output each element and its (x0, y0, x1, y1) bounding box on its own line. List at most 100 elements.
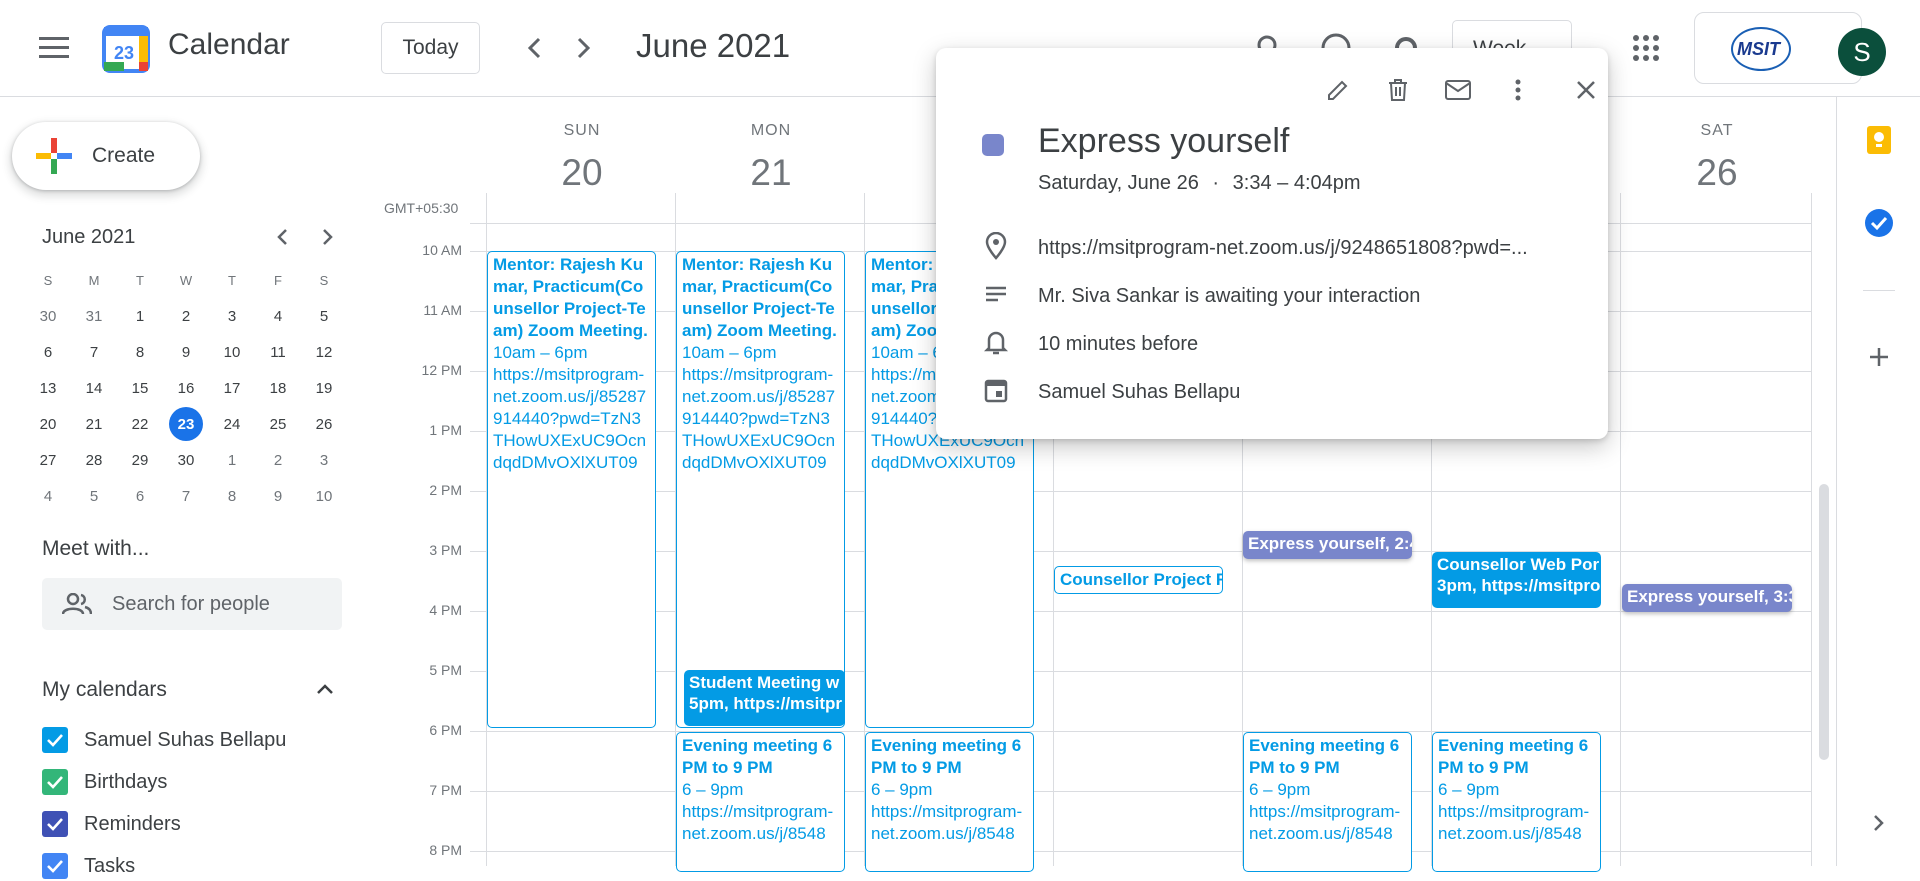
checkbox-checked-icon[interactable] (42, 811, 68, 837)
grid-scrollbar[interactable] (1819, 484, 1829, 760)
mini-day[interactable]: 12 (304, 334, 344, 370)
event-title: Express yourself, 2:4 (1248, 534, 1412, 553)
mini-day[interactable]: 4 (28, 478, 68, 514)
create-button[interactable]: Create (12, 122, 200, 190)
event-counsellor-project-wed[interactable]: Counsellor Project R (1054, 566, 1223, 594)
checkbox-checked-icon[interactable] (42, 727, 68, 753)
day-number[interactable]: 26 (1622, 152, 1812, 194)
event-counsellor-web-fri[interactable]: Counsellor Web Por 3pm, https://msitpro (1432, 552, 1601, 608)
mini-day[interactable]: 16 (166, 370, 206, 406)
mini-day[interactable]: 10 (304, 478, 344, 514)
main-menu-icon[interactable] (30, 24, 78, 72)
event-express-yourself-sat[interactable]: Express yourself, 3:3 (1622, 584, 1792, 612)
tasks-icon[interactable] (1855, 199, 1903, 247)
mini-day[interactable]: 9 (258, 478, 298, 514)
mini-day[interactable]: 22 (120, 406, 160, 442)
mini-day[interactable]: 26 (304, 406, 344, 442)
checkbox-checked-icon[interactable] (42, 769, 68, 795)
calendar-list-item[interactable]: Reminders (42, 809, 181, 839)
more-options-vertical-dots-icon[interactable] (1496, 68, 1540, 112)
mini-day[interactable]: 8 (212, 478, 252, 514)
meet-with-title: Meet with... (42, 537, 150, 560)
event-mentor-mon[interactable]: Mentor: Rajesh Kumar, Practicum(Counsell… (676, 251, 845, 728)
mini-day[interactable]: 5 (74, 478, 114, 514)
mini-day[interactable]: 1 (212, 442, 252, 478)
mini-day-today[interactable]: 23 (166, 406, 206, 442)
search-people-input[interactable]: Search for people (42, 578, 342, 630)
mini-day[interactable]: 6 (28, 334, 68, 370)
event-evening-thu[interactable]: Evening meeting 6 PM to 9 PM 6 – 9pm htt… (1243, 732, 1412, 872)
edit-pencil-icon[interactable] (1316, 68, 1360, 112)
email-guests-icon[interactable] (1436, 68, 1480, 112)
event-evening-mon[interactable]: Evening meeting 6 PM to 9 PM 6 – 9pm htt… (676, 732, 845, 872)
day-column-divider (1620, 193, 1621, 866)
next-week-chevron-right-icon[interactable] (560, 24, 608, 72)
day-header-sun[interactable]: SUN 20 (487, 122, 677, 194)
event-evening-tue[interactable]: Evening meeting 6 PM to 9 PM 6 – 9pm htt… (865, 732, 1034, 872)
event-student-meeting-mon[interactable]: Student Meeting w 5pm, https://msitpr (684, 670, 845, 726)
calendar-list-item[interactable]: Birthdays (42, 767, 167, 797)
user-avatar[interactable]: S (1838, 28, 1886, 76)
mini-day[interactable]: 17 (212, 370, 252, 406)
mini-day[interactable]: 2 (258, 442, 298, 478)
previous-week-chevron-left-icon[interactable] (510, 24, 558, 72)
today-button[interactable]: Today (381, 22, 480, 74)
mini-day[interactable]: 29 (120, 442, 160, 478)
mini-day[interactable]: 1 (120, 298, 160, 334)
mini-day[interactable]: 3 (304, 442, 344, 478)
collapse-chevron-up-icon[interactable] (302, 666, 348, 712)
mini-day[interactable]: 28 (74, 442, 114, 478)
mini-day[interactable]: 7 (166, 478, 206, 514)
day-header-sat[interactable]: SAT 26 (1622, 122, 1812, 194)
event-time: 6 – 9pm (871, 780, 933, 799)
mini-day[interactable]: 4 (258, 298, 298, 334)
checkbox-checked-icon[interactable] (42, 853, 68, 879)
mini-day[interactable]: 6 (120, 478, 160, 514)
my-calendars-title[interactable]: My calendars (42, 678, 167, 702)
mini-day[interactable]: 21 (74, 406, 114, 442)
mini-day[interactable]: 15 (120, 370, 160, 406)
mini-day[interactable]: 30 (28, 298, 68, 334)
mini-next-chevron-right-icon[interactable] (304, 213, 352, 261)
event-time: 6 – 9pm (1249, 780, 1311, 799)
delete-trash-icon[interactable] (1376, 68, 1420, 112)
mini-day[interactable]: 7 (74, 334, 114, 370)
mini-day[interactable]: 14 (74, 370, 114, 406)
calendar-list-item[interactable]: Samuel Suhas Bellapu (42, 725, 286, 755)
event-mentor-sun[interactable]: Mentor: Rajesh Kumar, Practicum(Counsell… (487, 251, 656, 728)
mini-day[interactable]: 3 (212, 298, 252, 334)
close-icon[interactable] (1564, 68, 1608, 112)
hour-label: 3 PM (429, 542, 462, 558)
event-express-yourself-thu[interactable]: Express yourself, 2:4 (1243, 531, 1412, 559)
mini-day[interactable]: 10 (212, 334, 252, 370)
mini-day[interactable]: 2 (166, 298, 206, 334)
calendar-logo-day: 23 (114, 43, 134, 63)
mini-day[interactable]: 13 (28, 370, 68, 406)
account-org-card[interactable]: MSIT (1694, 12, 1862, 84)
keep-notes-icon[interactable] (1855, 116, 1903, 164)
mini-day[interactable]: 9 (166, 334, 206, 370)
mini-day[interactable]: 18 (258, 370, 298, 406)
mini-day[interactable]: 30 (166, 442, 206, 478)
mini-day[interactable]: 20 (28, 406, 68, 442)
google-apps-grid-icon[interactable] (1622, 24, 1670, 72)
calendar-list-item[interactable]: Tasks (42, 851, 135, 881)
day-header-mon[interactable]: MON 21 (676, 122, 866, 194)
event-time: 5pm, https://msitpr (689, 694, 843, 713)
mini-prev-chevron-left-icon[interactable] (258, 213, 306, 261)
mini-day[interactable]: 19 (304, 370, 344, 406)
add-addon-plus-icon[interactable] (1855, 333, 1903, 381)
mini-day[interactable]: 31 (74, 298, 114, 334)
day-number[interactable]: 21 (676, 152, 866, 194)
mini-day[interactable]: 5 (304, 298, 344, 334)
mini-day[interactable]: 27 (28, 442, 68, 478)
mini-day[interactable]: 25 (258, 406, 298, 442)
day-number[interactable]: 20 (487, 152, 677, 194)
expand-panel-chevron-right-icon[interactable] (1855, 799, 1903, 847)
event-location-link[interactable]: https://msitprogram-net.zoom.us/j/924865… (1038, 237, 1583, 260)
mini-day[interactable]: 24 (212, 406, 252, 442)
event-evening-fri[interactable]: Evening meeting 6 PM to 9 PM 6 – 9pm htt… (1432, 732, 1601, 872)
mini-day[interactable]: 8 (120, 334, 160, 370)
event-time: 10am – 6pm (682, 343, 777, 362)
mini-day[interactable]: 11 (258, 334, 298, 370)
